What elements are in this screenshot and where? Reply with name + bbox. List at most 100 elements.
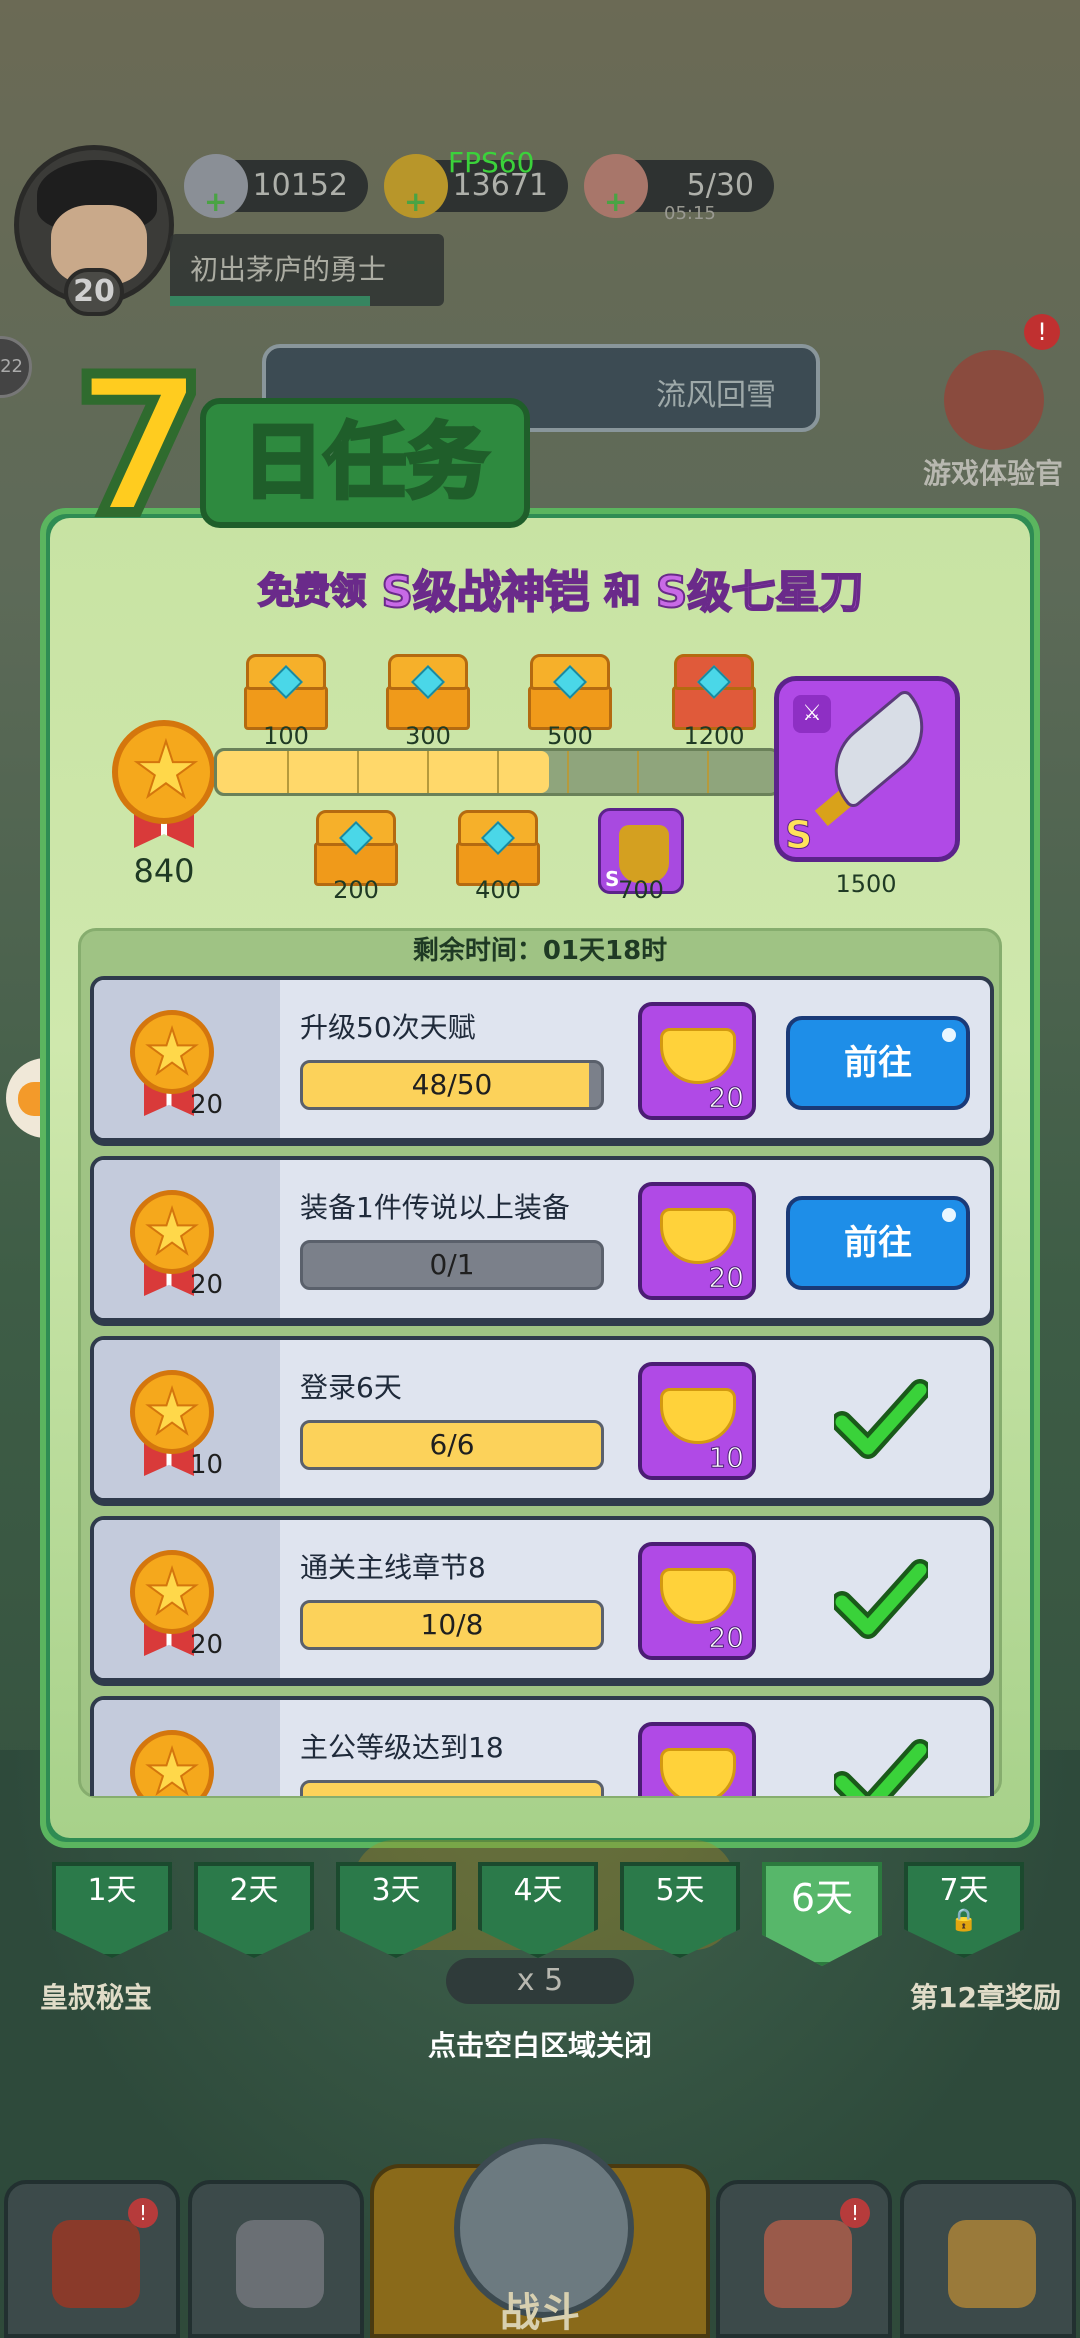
task-title: 登录6天 xyxy=(300,1371,402,1404)
task-reward-card[interactable] xyxy=(638,1722,756,1796)
close-hint[interactable]: 点击空白区域关闭 xyxy=(0,2024,1080,2064)
task-points: 20 xyxy=(190,1270,224,1300)
milestone-label: 400 xyxy=(475,876,521,904)
blade-reward-card[interactable]: ⚔ S xyxy=(774,676,960,862)
blade-grade: S xyxy=(784,813,813,858)
day-tab-label: 2天 xyxy=(229,1873,279,1908)
lock-icon: 🔒 xyxy=(950,1908,978,1933)
promo-line: 免费领 S级战神铠 和 S级七星刀 xyxy=(257,556,1018,619)
gold-ingot-icon xyxy=(660,1028,736,1084)
check-icon xyxy=(831,1556,931,1646)
track-segment xyxy=(707,751,709,793)
remaining-time: 剩余时间：01天18时 xyxy=(412,936,668,966)
chest-reward-300[interactable] xyxy=(382,650,474,732)
milestone-label: 200 xyxy=(333,876,379,904)
panel-title: 日任务 xyxy=(240,413,490,512)
task-reward-card[interactable]: 20 xyxy=(638,1002,756,1120)
stamina-plus-icon[interactable]: + xyxy=(604,176,627,228)
task-progress-bar: 48/50 xyxy=(300,1060,604,1110)
gold-ingot-icon xyxy=(660,1748,736,1796)
title-seven: 7 xyxy=(69,336,211,557)
gold-ingot-icon xyxy=(660,1388,736,1444)
task-title: 升级50次天赋 xyxy=(300,1011,476,1044)
task-reward-card[interactable]: 20 xyxy=(638,1542,756,1660)
stamina-timer: 05:15 xyxy=(664,203,716,224)
task-card: ★ 10 登录6天 6/6 10 xyxy=(90,1336,994,1502)
meat-cost: x 5 xyxy=(446,1958,634,2004)
tester-label: 游戏体验官 xyxy=(922,457,1063,490)
game-tester-button[interactable]: ! 游戏体验官 xyxy=(918,314,1068,490)
current-points: 840 xyxy=(133,852,195,890)
go-button[interactable]: 前往 xyxy=(786,1196,970,1290)
task-progress-bar: 10/8 xyxy=(300,1600,604,1650)
promo-and: 和 xyxy=(603,570,641,613)
silver-counter[interactable]: 10152 + xyxy=(184,154,368,218)
nav-battle[interactable]: 战斗 xyxy=(370,2138,710,2338)
day-tab-label: 1天 xyxy=(87,1873,137,1908)
secret-treasure-label[interactable]: 皇叔秘宝 xyxy=(40,1976,152,2016)
go-button[interactable]: 前往 xyxy=(786,1016,970,1110)
chapter-reward-label[interactable]: 第12章奖励 xyxy=(910,1976,1061,2016)
gold-ingot-icon xyxy=(660,1208,736,1264)
task-progress-text: 6/6 xyxy=(429,1428,475,1461)
nav-heroes[interactable]: ! xyxy=(716,2180,892,2338)
day-tab-label: 6天 xyxy=(790,1876,854,1920)
nav-upgrade[interactable] xyxy=(900,2180,1076,2338)
day-tab-label: 4天 xyxy=(513,1873,563,1908)
hero-icon xyxy=(764,2220,852,2308)
task-progress-text: 0/1 xyxy=(429,1248,475,1281)
task-reward-amount: 20 xyxy=(708,1081,745,1115)
player-name-plate: 初出茅庐的勇士 xyxy=(170,234,444,306)
task-card: ★ 主公等级达到18 xyxy=(90,1696,994,1796)
task-reward-card[interactable]: 20 xyxy=(638,1182,756,1300)
promo-item2: S级七星刀 xyxy=(655,566,865,619)
task-list[interactable]: ★ 20 升级50次天赋 48/50 20 前往 ★ 20 装备1件传说以上装备 0/1 20 前往 ★… xyxy=(90,976,994,1796)
task-medal-icon: ★ xyxy=(130,1730,214,1796)
task-reward-amount: 10 xyxy=(708,1441,745,1475)
track-segment xyxy=(637,751,639,793)
tester-alert-badge: ! xyxy=(1024,314,1060,350)
gold-plus-icon[interactable]: + xyxy=(404,176,427,228)
task-progress-text: 10/8 xyxy=(420,1608,484,1641)
milestone-label: 100 xyxy=(263,722,309,750)
task-progress-bar: 6/6 xyxy=(300,1420,604,1470)
armor-icon xyxy=(619,825,669,883)
tester-character-icon xyxy=(944,350,1044,450)
shop-icon xyxy=(52,2220,140,2308)
track-segment xyxy=(567,751,569,793)
upgrade-icon xyxy=(948,2220,1036,2308)
task-card: ★ 20 通关主线章节8 10/8 20 xyxy=(90,1516,994,1682)
track-segment xyxy=(497,751,499,793)
fps-counter: FPS60 xyxy=(448,146,535,179)
milestone-label: 700 xyxy=(618,876,664,904)
task-points: 20 xyxy=(190,1630,224,1660)
track-segment xyxy=(287,751,289,793)
player-level-badge: 20 xyxy=(64,268,124,316)
task-points: 20 xyxy=(190,1090,224,1120)
task-reward-amount: 20 xyxy=(708,1621,745,1655)
nav-equipment[interactable] xyxy=(188,2180,364,2338)
chest-reward-1200[interactable] xyxy=(668,650,760,732)
task-card: ★ 20 升级50次天赋 48/50 20 前往 xyxy=(90,976,994,1142)
task-progress-bar: 0/1 xyxy=(300,1240,604,1290)
nav-shop[interactable]: ! xyxy=(4,2180,180,2338)
chest-reward-500[interactable] xyxy=(524,650,616,732)
silver-plus-icon[interactable]: + xyxy=(204,176,227,228)
helmet-icon xyxy=(236,2220,324,2308)
gold-ingot-icon xyxy=(660,1568,736,1624)
day-tab-label: 5天 xyxy=(655,1873,705,1908)
day-tab-label: 7天 xyxy=(939,1873,989,1908)
promo-free: 免费领 xyxy=(257,570,367,613)
blade-icon xyxy=(813,687,945,811)
track-segment xyxy=(427,751,429,793)
xp-bar xyxy=(170,296,370,306)
battle-label: 战斗 xyxy=(500,2290,580,2336)
points-progress-fill xyxy=(217,751,550,793)
points-progress-track xyxy=(214,748,780,796)
chest-reward-100[interactable] xyxy=(240,650,332,732)
task-progress-text: 48/50 xyxy=(411,1068,493,1101)
title-box: 日任务 xyxy=(200,398,530,528)
milestone-label: 500 xyxy=(547,722,593,750)
check-icon xyxy=(831,1736,931,1796)
task-reward-card[interactable]: 10 xyxy=(638,1362,756,1480)
